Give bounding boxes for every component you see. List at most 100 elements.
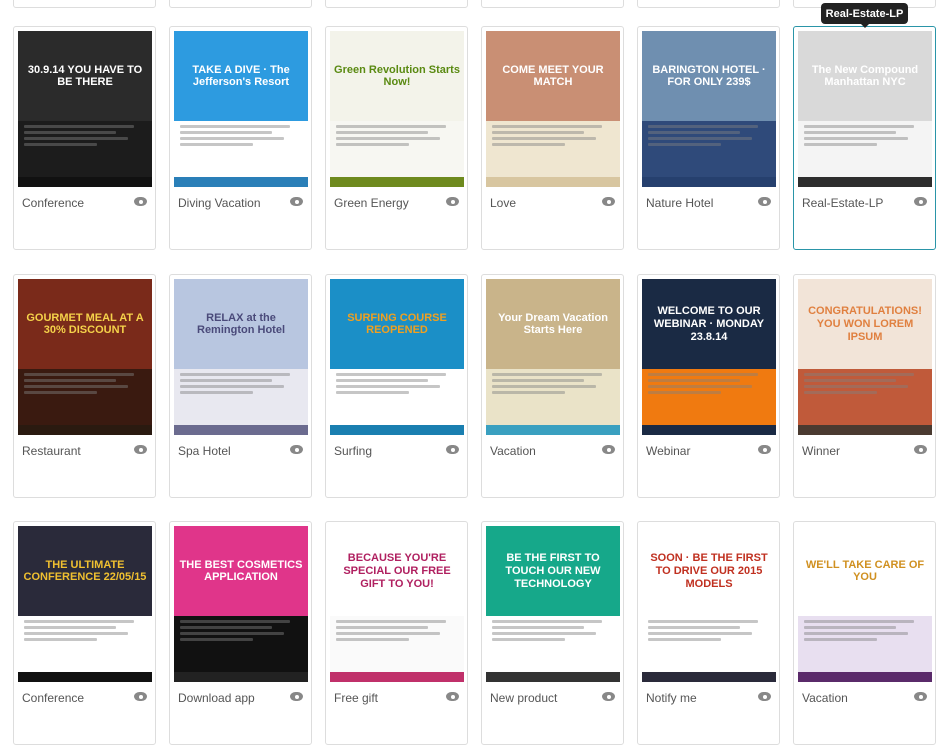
- thumbnail-body: [18, 369, 152, 425]
- prev-row-card-stub: [13, 0, 156, 8]
- template-thumbnail[interactable]: BECAUSE YOU'RE SPECIAL OUR FREE GIFT TO …: [330, 526, 464, 682]
- preview-eye-icon[interactable]: [758, 445, 771, 454]
- preview-eye-icon[interactable]: [758, 197, 771, 206]
- thumbnail-body: [642, 369, 776, 425]
- thumbnail-body: [486, 369, 620, 425]
- preview-eye-icon[interactable]: [446, 197, 459, 206]
- preview-eye-icon[interactable]: [290, 692, 303, 701]
- template-name: Nature Hotel: [646, 196, 714, 210]
- thumbnail-headline: WE'LL TAKE CARE OF YOU: [798, 526, 932, 617]
- template-card[interactable]: BE THE FIRST TO TOUCH OUR NEW TECHNOLOGY…: [481, 521, 624, 745]
- template-card[interactable]: RELAX at the Remington Hotel Spa Hotel: [169, 274, 312, 498]
- thumbnail-headline: BARINGTON HOTEL · FOR ONLY 239$: [642, 31, 776, 122]
- prev-row-card-stub: [637, 0, 780, 8]
- preview-eye-icon[interactable]: [602, 692, 615, 701]
- template-thumbnail[interactable]: WE'LL TAKE CARE OF YOU: [798, 526, 932, 682]
- thumbnail-footer: [798, 177, 932, 187]
- template-thumbnail[interactable]: 30.9.14 YOU HAVE TO BE THERE: [18, 31, 152, 187]
- thumbnail-footer: [642, 425, 776, 435]
- thumbnail-headline: 30.9.14 YOU HAVE TO BE THERE: [18, 31, 152, 122]
- template-thumbnail[interactable]: Green Revolution Starts Now!: [330, 31, 464, 187]
- thumbnail-body: [798, 616, 932, 672]
- template-name: Real-Estate-LP: [802, 196, 884, 210]
- preview-eye-icon[interactable]: [602, 197, 615, 206]
- preview-eye-icon[interactable]: [914, 445, 927, 454]
- preview-eye-icon[interactable]: [914, 197, 927, 206]
- thumbnail-footer: [18, 177, 152, 187]
- template-name: Surfing: [334, 444, 373, 458]
- preview-eye-icon[interactable]: [758, 692, 771, 701]
- thumbnail-footer: [330, 425, 464, 435]
- template-name: Restaurant: [22, 444, 81, 458]
- prev-row-card-stub: [169, 0, 312, 8]
- preview-eye-icon[interactable]: [134, 197, 147, 206]
- template-card[interactable]: TAKE A DIVE · The Jefferson's Resort Div…: [169, 26, 312, 250]
- thumbnail-footer: [486, 177, 620, 187]
- template-card[interactable]: THE BEST COSMETICS APPLICATION Download …: [169, 521, 312, 745]
- template-card[interactable]: CONGRATULATIONS! YOU WON LOREM IPSUM Win…: [793, 274, 936, 498]
- thumbnail-footer: [174, 672, 308, 682]
- template-thumbnail[interactable]: Your Dream Vacation Starts Here: [486, 279, 620, 435]
- preview-eye-icon[interactable]: [602, 445, 615, 454]
- template-thumbnail[interactable]: GOURMET MEAL AT A 30% DISCOUNT: [18, 279, 152, 435]
- template-card[interactable]: GOURMET MEAL AT A 30% DISCOUNT Restauran…: [13, 274, 156, 498]
- thumbnail-headline: COME MEET YOUR MATCH: [486, 31, 620, 122]
- thumbnail-footer: [174, 425, 308, 435]
- thumbnail-footer: [642, 672, 776, 682]
- thumbnail-body: [330, 121, 464, 177]
- template-card[interactable]: BECAUSE YOU'RE SPECIAL OUR FREE GIFT TO …: [325, 521, 468, 745]
- template-thumbnail[interactable]: RELAX at the Remington Hotel: [174, 279, 308, 435]
- template-card[interactable]: Green Revolution Starts Now! Green Energ…: [325, 26, 468, 250]
- preview-eye-icon[interactable]: [134, 445, 147, 454]
- template-card[interactable]: THE ULTIMATE CONFERENCE 22/05/15 Confere…: [13, 521, 156, 745]
- template-thumbnail[interactable]: BE THE FIRST TO TOUCH OUR NEW TECHNOLOGY: [486, 526, 620, 682]
- thumbnail-headline: WELCOME TO OUR WEBINAR · MONDAY 23.8.14: [642, 279, 776, 370]
- template-thumbnail[interactable]: SURFING COURSE REOPENED: [330, 279, 464, 435]
- prev-row-card-stub: [325, 0, 468, 8]
- thumbnail-body: [486, 121, 620, 177]
- template-card[interactable]: SURFING COURSE REOPENED Surfing: [325, 274, 468, 498]
- template-name: Vacation: [490, 444, 536, 458]
- thumbnail-footer: [486, 672, 620, 682]
- template-card[interactable]: WELCOME TO OUR WEBINAR · MONDAY 23.8.14 …: [637, 274, 780, 498]
- thumbnail-headline: SURFING COURSE REOPENED: [330, 279, 464, 370]
- template-name: Green Energy: [334, 196, 409, 210]
- template-thumbnail[interactable]: THE ULTIMATE CONFERENCE 22/05/15: [18, 526, 152, 682]
- preview-eye-icon[interactable]: [446, 445, 459, 454]
- thumbnail-body: [174, 369, 308, 425]
- template-card[interactable]: COME MEET YOUR MATCH Love: [481, 26, 624, 250]
- template-card[interactable]: Your Dream Vacation Starts Here Vacation: [481, 274, 624, 498]
- template-name: Spa Hotel: [178, 444, 231, 458]
- preview-eye-icon[interactable]: [290, 445, 303, 454]
- preview-eye-icon[interactable]: [134, 692, 147, 701]
- thumbnail-headline: RELAX at the Remington Hotel: [174, 279, 308, 370]
- preview-eye-icon[interactable]: [914, 692, 927, 701]
- template-thumbnail[interactable]: COME MEET YOUR MATCH: [486, 31, 620, 187]
- template-card[interactable]: SOON · BE THE FIRST TO DRIVE OUR 2015 MO…: [637, 521, 780, 745]
- thumbnail-body: [174, 616, 308, 672]
- thumbnail-headline: SOON · BE THE FIRST TO DRIVE OUR 2015 MO…: [642, 526, 776, 617]
- thumbnail-body: [174, 121, 308, 177]
- preview-eye-icon[interactable]: [290, 197, 303, 206]
- template-thumbnail[interactable]: THE BEST COSMETICS APPLICATION: [174, 526, 308, 682]
- thumbnail-footer: [798, 425, 932, 435]
- template-thumbnail[interactable]: The New Compound Manhattan NYC: [798, 31, 932, 187]
- thumbnail-footer: [330, 672, 464, 682]
- thumbnail-body: [18, 121, 152, 177]
- thumbnail-footer: [330, 177, 464, 187]
- template-thumbnail[interactable]: WELCOME TO OUR WEBINAR · MONDAY 23.8.14: [642, 279, 776, 435]
- template-card[interactable]: WE'LL TAKE CARE OF YOU Vacation: [793, 521, 936, 745]
- template-card[interactable]: BARINGTON HOTEL · FOR ONLY 239$ Nature H…: [637, 26, 780, 250]
- thumbnail-footer: [642, 177, 776, 187]
- template-thumbnail[interactable]: BARINGTON HOTEL · FOR ONLY 239$: [642, 31, 776, 187]
- thumbnail-body: [330, 616, 464, 672]
- template-card[interactable]: 30.9.14 YOU HAVE TO BE THERE Conference: [13, 26, 156, 250]
- thumbnail-headline: THE ULTIMATE CONFERENCE 22/05/15: [18, 526, 152, 617]
- template-card[interactable]: The New Compound Manhattan NYC Real-Esta…: [793, 26, 936, 250]
- preview-eye-icon[interactable]: [446, 692, 459, 701]
- thumbnail-body: [642, 616, 776, 672]
- template-thumbnail[interactable]: CONGRATULATIONS! YOU WON LOREM IPSUM: [798, 279, 932, 435]
- template-thumbnail[interactable]: TAKE A DIVE · The Jefferson's Resort: [174, 31, 308, 187]
- template-thumbnail[interactable]: SOON · BE THE FIRST TO DRIVE OUR 2015 MO…: [642, 526, 776, 682]
- tooltip: Real-Estate-LP: [821, 3, 908, 28]
